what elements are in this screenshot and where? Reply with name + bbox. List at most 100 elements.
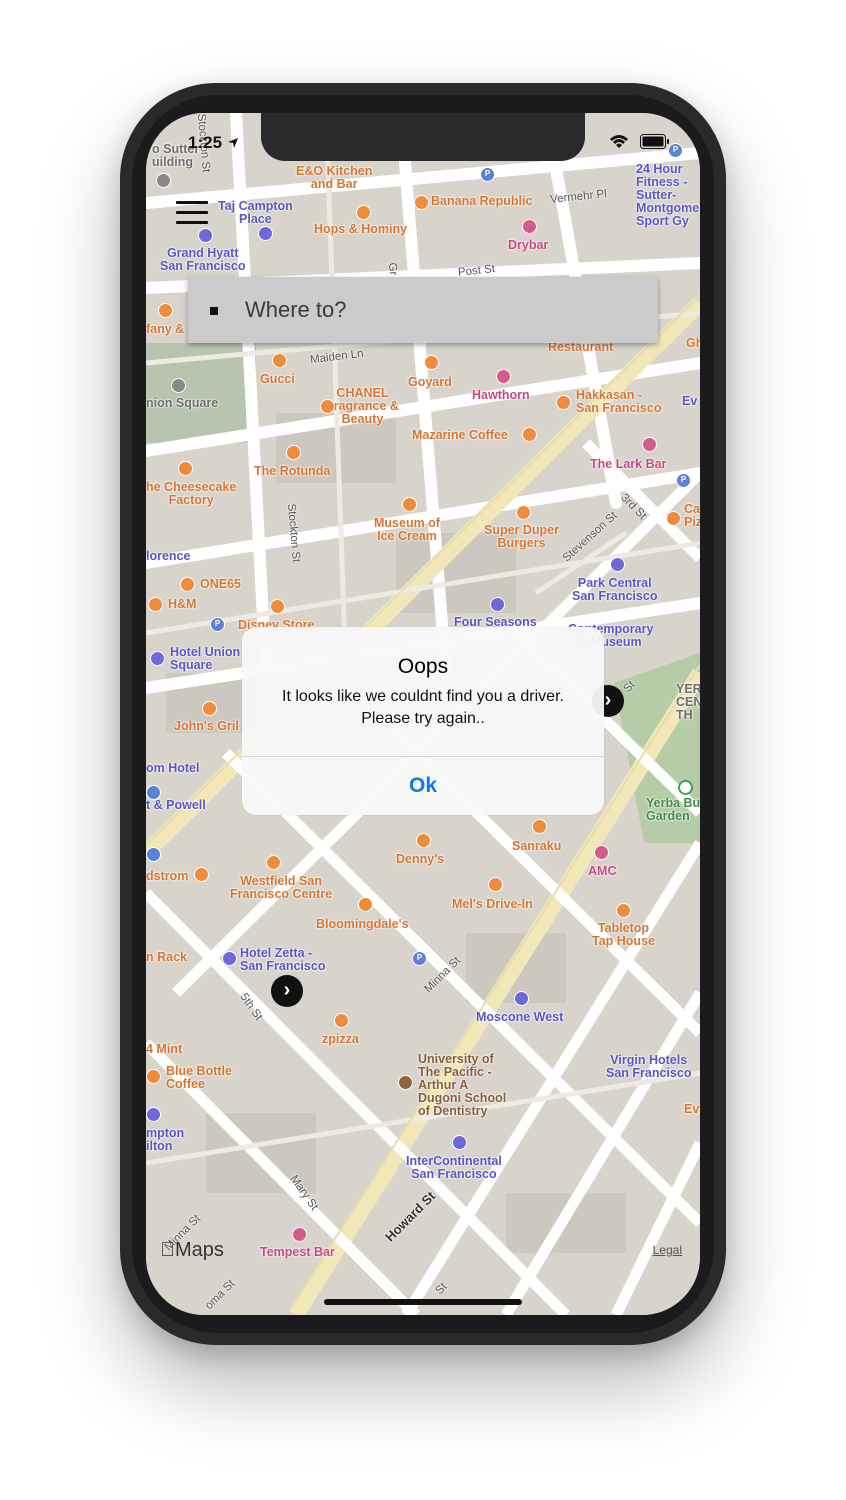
- poi-tiffany[interactable]: fany &: [146, 323, 184, 336]
- parking-pin-icon: P: [480, 167, 495, 182]
- camera-notch: [261, 113, 585, 161]
- poi-hampton[interactable]: mpton ilton: [146, 1127, 184, 1153]
- poi-super-duper[interactable]: Super Duper Burgers: [484, 524, 559, 550]
- poi-mint[interactable]: 4 Mint: [146, 1043, 182, 1056]
- cinema-pin-icon: [594, 845, 609, 860]
- jewelry-pin-icon: [158, 303, 173, 318]
- poi-om-hotel[interactable]: om Hotel: [146, 762, 199, 775]
- landmark-pin-icon: [156, 173, 171, 188]
- poi-grand-hyatt[interactable]: Grand Hyatt San Francisco: [160, 247, 245, 273]
- alert-message: It looks like we couldnt find you a driv…: [282, 688, 564, 727]
- poi-virgin-hotels[interactable]: Virgin Hotels San Francisco: [606, 1054, 691, 1080]
- poi-amc[interactable]: AMC: [588, 865, 616, 878]
- status-time: 1:25: [188, 133, 239, 153]
- poi-sanraku[interactable]: Sanraku: [512, 840, 561, 853]
- location-arrow-icon: [227, 138, 238, 148]
- poi-chanel[interactable]: CHANEL Fragrance & Beauty: [326, 387, 399, 426]
- poi-ev[interactable]: Ev: [684, 1103, 699, 1116]
- hotel-pin-icon: [146, 1107, 161, 1122]
- poi-cheesecake-factory[interactable]: he Cheesecake Factory: [146, 481, 236, 507]
- poi-eo-kitchen[interactable]: E&O Kitchen and Bar: [296, 165, 372, 191]
- poi-hm[interactable]: H&M: [168, 598, 196, 611]
- cafe-pin-icon: [146, 1069, 161, 1084]
- restaurant-pin-icon: [488, 877, 503, 892]
- transit-pin-icon: [146, 847, 161, 862]
- hotel-pin-icon: [258, 226, 273, 241]
- cafe-pin-icon: [522, 427, 537, 442]
- battery-icon: [640, 134, 669, 150]
- apple-maps-attribution: Maps: [160, 1239, 224, 1262]
- poi-zpizza[interactable]: zpizza: [322, 1033, 359, 1046]
- poi-hakkasan[interactable]: Hakkasan - San Francisco: [576, 389, 661, 415]
- parking-pin-icon: P: [676, 473, 691, 488]
- poi-mazarine[interactable]: Mazarine Coffee: [412, 429, 508, 442]
- poi-drybar[interactable]: Drybar: [508, 239, 548, 252]
- poi-mels-drive-in[interactable]: Mel's Drive-In: [452, 898, 533, 911]
- home-indicator[interactable]: [324, 1299, 522, 1305]
- alert-dialog: Oops It looks like we couldnt find you a…: [242, 627, 604, 815]
- poi-nordstrom[interactable]: dstrom: [146, 870, 188, 883]
- shopping-pin-icon: [358, 897, 373, 912]
- poi-dennys[interactable]: Denny's: [396, 853, 444, 866]
- poi-westfield[interactable]: Westfield San Francisco Centre: [230, 875, 332, 901]
- poi-lark-bar[interactable]: The Lark Bar: [590, 458, 666, 471]
- hotel-pin-icon: [150, 651, 165, 666]
- poi-gh[interactable]: Gh: [686, 337, 700, 350]
- poi-yerba-center[interactable]: YER CEN TH: [676, 683, 700, 722]
- status-time-text: 1:25: [188, 133, 223, 152]
- poi-hawthorn[interactable]: Hawthorn: [472, 389, 530, 402]
- poi-university-pacific[interactable]: University of The Pacific - Arthur A Dugoni…: [418, 1053, 506, 1118]
- destination-input[interactable]: Where to?: [245, 297, 347, 323]
- poi-yerba-buena-garden[interactable]: Yerba Bu Garden: [646, 797, 700, 823]
- poi-park-central[interactable]: Park Central San Francisco: [572, 577, 657, 603]
- destination-square-icon: [210, 307, 218, 315]
- poi-hotel-union-square[interactable]: Hotel Union Square: [170, 646, 240, 672]
- poi-hotel-zetta[interactable]: Hotel Zetta - San Francisco: [240, 947, 325, 973]
- hotel-pin-icon: [452, 1135, 467, 1150]
- poi-taj-campton[interactable]: Taj Campton Place: [218, 200, 293, 226]
- driver-location-icon[interactable]: ›: [271, 975, 303, 1007]
- poi-intercontinental[interactable]: InterContinental San Francisco: [406, 1155, 502, 1181]
- wifi-icon: [609, 134, 628, 148]
- poi-florence[interactable]: lorence: [146, 550, 190, 563]
- poi-banana-republic[interactable]: Banana Republic: [431, 195, 532, 208]
- poi-24-hour-fitness[interactable]: 24 Hour Fitness - Sutter- Montgome Sport Gy: [636, 163, 699, 228]
- parking-pin-icon: P: [412, 951, 427, 966]
- poi-rack[interactable]: n Rack: [146, 951, 187, 964]
- poi-johns-grill[interactable]: John's Gril: [174, 720, 239, 733]
- restaurant-pin-icon: [356, 205, 371, 220]
- shopping-pin-icon: [266, 855, 281, 870]
- poi-bloomingdales[interactable]: Bloomingdale's: [316, 918, 409, 931]
- poi-one65[interactable]: ONE65: [200, 578, 241, 591]
- alert-ok-button[interactable]: Ok: [242, 757, 604, 815]
- street-grant: Gr: [385, 262, 399, 276]
- shopping-pin-icon: [270, 599, 285, 614]
- poi-union-square[interactable]: nion Square: [146, 397, 218, 410]
- poi-tempest-bar[interactable]: Tempest Bar: [260, 1246, 335, 1259]
- poi-gucci[interactable]: Gucci: [260, 373, 295, 386]
- poi-rotunda[interactable]: The Rotunda: [254, 465, 330, 478]
- restaurant-pin-icon: [286, 445, 301, 460]
- menu-line: [176, 211, 208, 214]
- hotel-pin-icon: [610, 557, 625, 572]
- legal-link[interactable]: Legal: [653, 1243, 682, 1257]
- poi-hops-hominy[interactable]: Hops & Hominy: [314, 223, 407, 236]
- shopping-pin-icon: [424, 355, 439, 370]
- shopping-pin-icon: [272, 353, 287, 368]
- museum-pin-icon: [402, 497, 417, 512]
- poi-tabletop[interactable]: Tabletop Tap House: [592, 922, 655, 948]
- poi-moscone-west[interactable]: Moscone West: [476, 1011, 563, 1024]
- menu-hamburger-icon[interactable]: [176, 201, 208, 227]
- poi-goyard[interactable]: Goyard: [408, 376, 452, 389]
- hotel-pin-icon: [198, 228, 213, 243]
- bar-pin-icon: [292, 1227, 307, 1242]
- park-pin-icon: [678, 780, 693, 795]
- poi-ca-pizza[interactable]: Ca Piz: [684, 503, 700, 529]
- destination-search-box[interactable]: Where to?: [188, 277, 658, 343]
- poi-ev-2[interactable]: Ev: [682, 395, 697, 408]
- poi-powell-station[interactable]: t & Powell: [146, 799, 206, 812]
- bar-pin-icon: [496, 369, 511, 384]
- poi-museum-ice-cream[interactable]: Museum of Ice Cream: [374, 517, 440, 543]
- poi-blue-bottle[interactable]: Blue Bottle Coffee: [166, 1065, 232, 1091]
- menu-line: [176, 201, 208, 204]
